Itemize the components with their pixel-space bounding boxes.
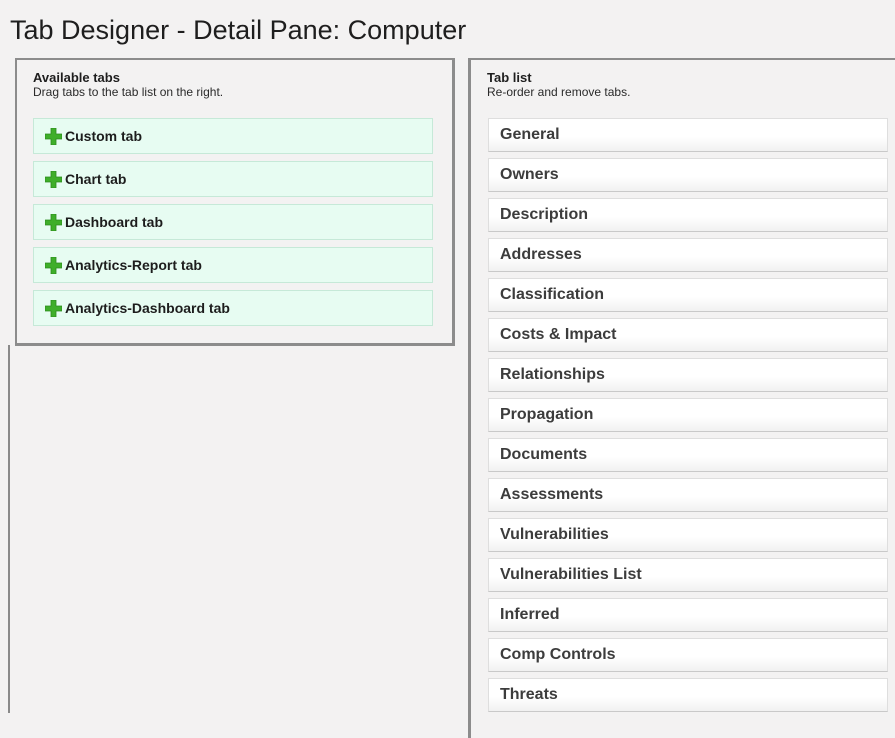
available-tab-analytics-dashboard[interactable]: Analytics-Dashboard tab (33, 290, 433, 326)
tab-list-item-label: Threats (500, 686, 558, 703)
tab-list-item-addresses[interactable]: Addresses (488, 238, 888, 272)
available-tabs-description: Drag tabs to the tab list on the right. (33, 85, 224, 99)
tab-list-item-label: Propagation (500, 406, 594, 423)
tab-list-item-propagation[interactable]: Propagation (488, 398, 888, 432)
tab-list-item-label: Inferred (500, 606, 560, 623)
tab-list-item-inferred[interactable]: Inferred (488, 598, 888, 632)
plus-icon (45, 299, 62, 317)
tab-list-item-label: Owners (500, 166, 559, 183)
tab-list-item-label: Description (500, 206, 589, 223)
tab-list: General Owners Description Addresses Cla… (488, 118, 888, 718)
tab-list-item-assessments[interactable]: Assessments (488, 478, 888, 512)
tab-list-item-label: Documents (500, 446, 588, 463)
available-tab-label: Dashboard tab (65, 214, 164, 230)
left-border-divider (8, 345, 10, 713)
tab-list-item-owners[interactable]: Owners (488, 158, 888, 192)
tab-list-item-label: Addresses (500, 246, 582, 263)
available-tab-chart[interactable]: Chart tab (33, 161, 433, 197)
tab-list-item-vulnerabilities[interactable]: Vulnerabilities (488, 518, 888, 552)
tab-list-item-label: Vulnerabilities List (500, 566, 642, 583)
available-tab-label: Analytics-Report tab (65, 257, 202, 273)
tab-list-item-label: Assessments (500, 486, 604, 503)
tab-list-item-documents[interactable]: Documents (488, 438, 888, 472)
tab-list-item-general[interactable]: General (488, 118, 888, 152)
tab-list-item-label: Costs & Impact (500, 326, 617, 343)
tab-list-panel: Tab list Re-order and remove tabs. Gener… (468, 58, 895, 738)
page-title: Tab Designer - Detail Pane: Computer (10, 15, 467, 45)
available-tab-label: Custom tab (65, 128, 142, 144)
available-tab-label: Analytics-Dashboard tab (65, 300, 230, 316)
tab-list-item-label: Comp Controls (500, 646, 616, 663)
available-tab-analytics-report[interactable]: Analytics-Report tab (33, 247, 433, 283)
tab-list-item-label: Classification (500, 286, 605, 303)
plus-icon (45, 256, 62, 274)
tab-list-item-classification[interactable]: Classification (488, 278, 888, 312)
plus-icon (45, 213, 62, 231)
plus-icon (45, 127, 62, 145)
available-tab-label: Chart tab (65, 171, 127, 187)
available-tabs-heading: Available tabs (33, 70, 120, 85)
tab-list-item-label: Vulnerabilities (500, 526, 609, 543)
tab-list-item-threats[interactable]: Threats (488, 678, 888, 712)
tab-list-description: Re-order and remove tabs. (487, 85, 631, 99)
available-tabs-list: Custom tab Chart tab Dashboard tab Analy… (33, 118, 433, 333)
tab-list-item-label: Relationships (500, 366, 605, 383)
tab-list-item-vulnerabilities-list[interactable]: Vulnerabilities List (488, 558, 888, 592)
tab-list-item-relationships[interactable]: Relationships (488, 358, 888, 392)
available-tab-custom[interactable]: Custom tab (33, 118, 433, 154)
plus-icon (45, 170, 62, 188)
available-tabs-panel: Available tabs Drag tabs to the tab list… (15, 58, 455, 346)
tab-list-item-label: General (500, 126, 560, 143)
tab-list-item-comp-controls[interactable]: Comp Controls (488, 638, 888, 672)
tab-list-item-costs-impact[interactable]: Costs & Impact (488, 318, 888, 352)
tab-list-heading: Tab list (487, 70, 532, 85)
available-tab-dashboard[interactable]: Dashboard tab (33, 204, 433, 240)
tab-list-item-description[interactable]: Description (488, 198, 888, 232)
